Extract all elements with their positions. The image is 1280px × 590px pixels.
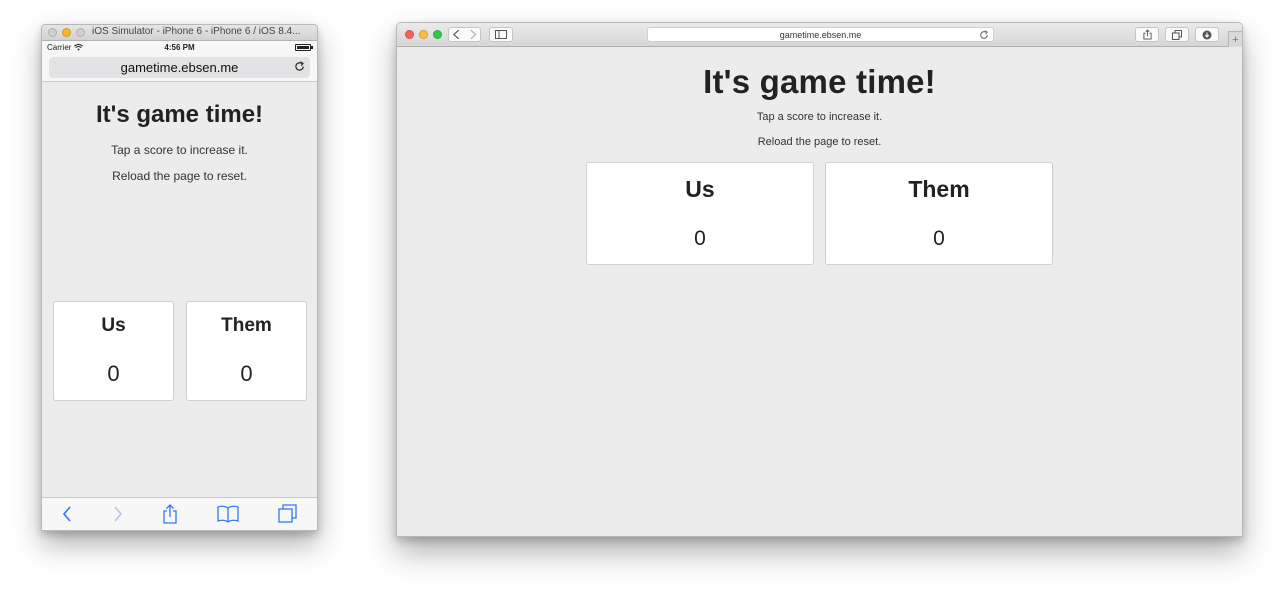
- safari-window: gametime.ebsen.me + It's game time! Tap …: [396, 22, 1243, 537]
- ios-simulator-window: iOS Simulator - iPhone 6 - iPhone 6 / iO…: [41, 24, 318, 531]
- team-score[interactable]: 0: [54, 361, 173, 387]
- history-navigation: [448, 27, 481, 42]
- tab-overview-button[interactable]: [1165, 27, 1189, 42]
- score-card-them[interactable]: Them 0: [825, 162, 1053, 265]
- ios-safari-toolbar: [42, 497, 317, 530]
- forward-icon[interactable]: [465, 29, 481, 40]
- tap-instruction: Tap a score to increase it.: [756, 111, 883, 123]
- tap-instruction: Tap a score to increase it.: [111, 143, 248, 157]
- sidebar-button[interactable]: [489, 27, 513, 42]
- share-icon[interactable]: [162, 504, 178, 524]
- score-card-us[interactable]: Us 0: [586, 162, 814, 265]
- ios-status-bar: Carrier 4:56 PM: [42, 41, 317, 54]
- simulator-titlebar: iOS Simulator - iPhone 6 - iPhone 6 / iO…: [42, 25, 317, 41]
- reload-instruction: Reload the page to reset.: [757, 136, 882, 148]
- minimize-button[interactable]: [419, 30, 428, 39]
- address-bar[interactable]: gametime.ebsen.me: [647, 27, 994, 42]
- ios-url-text: gametime.ebsen.me: [120, 60, 239, 75]
- team-score[interactable]: 0: [587, 227, 813, 251]
- ios-address-bar[interactable]: gametime.ebsen.me: [49, 57, 310, 78]
- scoreboard: Us 0 Them 0: [53, 301, 307, 401]
- battery-icon: [295, 44, 313, 51]
- minimize-button[interactable]: [62, 28, 71, 37]
- zoom-button[interactable]: [433, 30, 442, 39]
- score-card-us[interactable]: Us 0: [53, 301, 174, 401]
- back-icon[interactable]: [449, 29, 465, 40]
- new-tab-icon: +: [1232, 33, 1239, 46]
- scoreboard: Us 0 Them 0: [586, 162, 1053, 265]
- url-text: gametime.ebsen.me: [779, 29, 862, 40]
- new-tab-button[interactable]: +: [1228, 31, 1242, 47]
- tabs-icon[interactable]: [278, 504, 298, 524]
- sidebar-icon: [495, 30, 507, 39]
- zoom-button[interactable]: [76, 28, 85, 37]
- team-score[interactable]: 0: [187, 361, 306, 387]
- close-button[interactable]: [48, 28, 57, 37]
- reload-icon[interactable]: [294, 61, 305, 72]
- reload-instruction: Reload the page to reset.: [112, 169, 247, 183]
- close-button[interactable]: [405, 30, 414, 39]
- simulator-window-title: iOS Simulator - iPhone 6 - iPhone 6 / iO…: [92, 26, 301, 37]
- tabs-overview-icon: [1172, 29, 1182, 40]
- bookmarks-icon[interactable]: [217, 505, 239, 523]
- downloads-icon: [1202, 30, 1212, 39]
- reload-icon[interactable]: [979, 30, 989, 40]
- safari-page-content: It's game time! Tap a score to increase …: [397, 47, 1242, 536]
- ios-address-bar-container: gametime.ebsen.me: [42, 54, 317, 82]
- back-icon[interactable]: [61, 505, 73, 523]
- score-card-them[interactable]: Them 0: [186, 301, 307, 401]
- team-name: Them: [221, 315, 272, 336]
- team-score[interactable]: 0: [826, 227, 1052, 251]
- downloads-button[interactable]: [1195, 27, 1219, 42]
- page-title: It's game time!: [703, 63, 936, 100]
- window-controls: [405, 30, 442, 39]
- simulator-window-controls: [48, 28, 85, 37]
- team-name: Them: [908, 176, 970, 202]
- share-icon: [1142, 29, 1152, 40]
- share-button[interactable]: [1135, 27, 1159, 42]
- ios-page-content: It's game time! Tap a score to increase …: [42, 101, 317, 512]
- forward-icon[interactable]: [112, 505, 124, 523]
- team-name: Us: [685, 176, 715, 202]
- safari-toolbar: gametime.ebsen.me +: [397, 23, 1242, 47]
- status-time: 4:56 PM: [164, 43, 195, 52]
- team-name: Us: [101, 315, 126, 336]
- page-title: It's game time!: [95, 101, 264, 128]
